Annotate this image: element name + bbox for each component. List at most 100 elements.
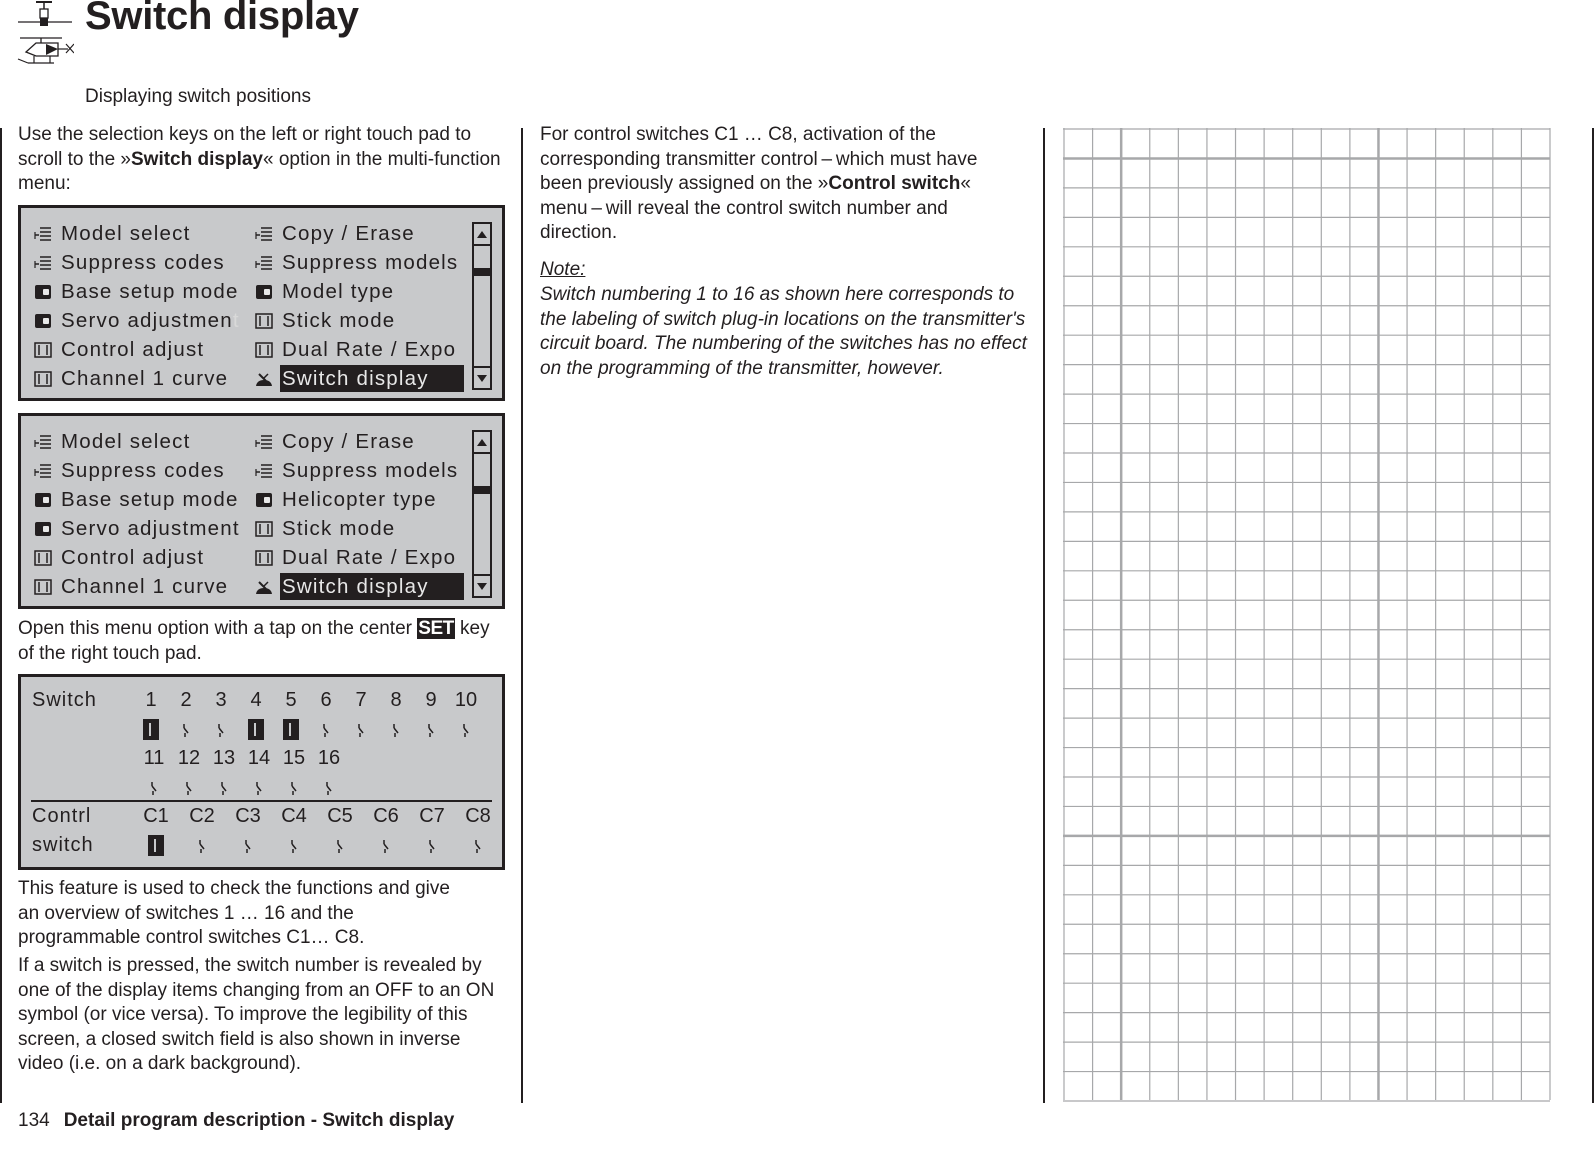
- note-text: Switch numbering 1 to 16 as shown here c…: [540, 284, 1027, 379]
- bracket-icon: [254, 340, 274, 360]
- module-icon: [254, 282, 274, 302]
- truncated-text-fragment: t: [232, 308, 240, 332]
- menu-item-dual-rate-expo[interactable]: Dual Rate / Expo: [254, 335, 464, 364]
- menu-item-suppress-models[interactable]: Suppress models: [254, 248, 464, 277]
- menu-item-label: Control adjust: [61, 337, 205, 361]
- model-types-logo-icon: [14, 0, 75, 68]
- list-icon: [254, 461, 274, 481]
- menu-item-label: Helicopter type: [282, 487, 437, 511]
- bracket-icon: [254, 548, 274, 568]
- menu-item-label: Suppress codes: [61, 250, 225, 274]
- menu-item-switch-display[interactable]: Switch display: [254, 364, 464, 393]
- menu-item-label: Stick mode: [282, 516, 396, 540]
- switch-number: 5: [285, 689, 297, 711]
- menu-item-stick-mode[interactable]: Stick mode: [254, 514, 464, 543]
- bracket-icon: [33, 340, 53, 360]
- menu-scrollbar[interactable]: [472, 430, 492, 598]
- menu-item-control-adjust[interactable]: Control adjust: [33, 543, 242, 572]
- menu-item-label: Control adjust: [61, 545, 205, 569]
- switch-display-screen: Switch Contrl switch 1 2 3 4 5 6 7 8 9 10 11 12 13 14…: [18, 674, 505, 870]
- control-switch-label-1: Contrl: [32, 805, 92, 827]
- menu-item-suppress-models[interactable]: Suppress models: [254, 456, 464, 485]
- menu-item-suppress-codes[interactable]: Suppress codes: [33, 456, 242, 485]
- menu-item-label: Dual Rate / Expo: [282, 337, 457, 361]
- menu-item-servo-adjustment[interactable]: Servo adjustment: [33, 514, 242, 543]
- menu-item-servo-adjustmen[interactable]: Servo adjustmen t: [33, 306, 241, 335]
- switch-off-icon: [181, 777, 197, 798]
- menu-item-switch-display[interactable]: Switch display: [254, 572, 464, 601]
- control-menu-name: Control switch: [828, 173, 961, 195]
- menu-item-channel-1-curve[interactable]: Channel 1 curve: [33, 364, 241, 393]
- menu-item-suppress-codes[interactable]: Suppress codes: [33, 248, 241, 277]
- scroll-down-arrow-icon[interactable]: [474, 366, 490, 388]
- menu-item-label: Model select: [61, 221, 191, 245]
- switch-lever-icon: [254, 577, 274, 597]
- menu-item-label: Switch display: [280, 365, 464, 392]
- scrollbar-thumb[interactable]: [474, 486, 490, 494]
- open-text-1: Open this menu option with a tap on the …: [18, 618, 418, 639]
- menu-item-stick-mode[interactable]: Stick mode: [254, 306, 464, 335]
- switch-off-icon: [332, 835, 348, 856]
- menu-item-label: Copy / Erase: [282, 221, 415, 245]
- notes-grid: [1063, 128, 1551, 1102]
- feature-paragraph: This feature is used to check the functi…: [18, 878, 450, 949]
- menu-item-base-setup-mode[interactable]: Base setup mode: [33, 277, 241, 306]
- switch-number: 16: [317, 747, 341, 769]
- left-margin-rule: [0, 128, 2, 1103]
- footer-section-title: Detail program description - Switch disp…: [63, 1110, 455, 1131]
- control-switch-paragraph: For control switches C1 … C8, activation…: [540, 123, 1020, 246]
- list-icon: [254, 224, 274, 244]
- menu-left-column: Model select Suppress codes Base setup m…: [33, 427, 242, 601]
- switch-off-icon: [458, 719, 474, 740]
- menu-item-label: Suppress models: [282, 250, 459, 274]
- list-icon: [254, 432, 274, 452]
- menu-item-label: Base setup mode: [61, 487, 239, 511]
- switch-off-icon: [286, 777, 302, 798]
- menu-item-channel-1-curve[interactable]: Channel 1 curve: [33, 572, 242, 601]
- scroll-up-arrow-icon[interactable]: [474, 224, 490, 246]
- column-divider-right: [1043, 128, 1045, 1103]
- control-switch-name: C6: [373, 805, 399, 827]
- scrollbar-thumb[interactable]: [474, 268, 490, 276]
- switch-number: 15: [282, 747, 306, 769]
- switch-number: 8: [390, 689, 402, 711]
- switch-number: 4: [250, 689, 262, 711]
- menu-item-model-select[interactable]: Model select: [33, 427, 242, 456]
- menu-item-label: Suppress models: [282, 458, 459, 482]
- menu-item-copy-erase[interactable]: Copy / Erase: [254, 427, 464, 456]
- control-switch-label-2: switch: [32, 834, 94, 856]
- scroll-down-arrow-icon[interactable]: [474, 574, 490, 596]
- intro-paragraph: Use the selection keys on the left or ri…: [18, 123, 508, 197]
- switch-off-icon: [388, 719, 404, 740]
- menu-item-copy-erase[interactable]: Copy / Erase: [254, 219, 464, 248]
- switch-on-icon: [148, 835, 164, 856]
- bracket-icon: [33, 548, 53, 568]
- switch-off-icon: [318, 719, 334, 740]
- menu-item-model-type[interactable]: Model type: [254, 277, 464, 306]
- control-switch-name: C1: [143, 805, 169, 827]
- menu-item-dual-rate-expo[interactable]: Dual Rate / Expo: [254, 543, 464, 572]
- switch-off-icon: [423, 719, 439, 740]
- screen-divider: [31, 800, 492, 802]
- switch-off-icon: [353, 719, 369, 740]
- switch-number: 9: [425, 689, 437, 711]
- switch-number: 12: [177, 747, 201, 769]
- menu-item-base-setup-mode[interactable]: Base setup mode: [33, 485, 242, 514]
- switch-number: 14: [247, 747, 271, 769]
- pressed-paragraph: If a switch is pressed, the switch numbe…: [18, 955, 495, 1075]
- menu-item-control-adjust[interactable]: Control adjust: [33, 335, 241, 364]
- scroll-up-arrow-icon[interactable]: [474, 432, 490, 454]
- switch-number: 13: [212, 747, 236, 769]
- switch-off-icon: [216, 777, 232, 798]
- list-icon: [33, 253, 53, 273]
- menu-item-model-select[interactable]: Model select: [33, 219, 241, 248]
- menu-item-label: Channel 1 curve: [61, 574, 229, 598]
- switch-number: 10: [454, 689, 478, 711]
- menu-item-helicopter-type[interactable]: Helicopter type: [254, 485, 464, 514]
- menu-scrollbar[interactable]: [472, 222, 492, 390]
- switch-on-icon: [283, 719, 299, 740]
- set-key-label: SET: [417, 618, 455, 639]
- switch-lever-icon: [254, 369, 274, 389]
- module-icon: [33, 490, 53, 510]
- open-instruction: Open this menu option with a tap on the …: [18, 617, 508, 666]
